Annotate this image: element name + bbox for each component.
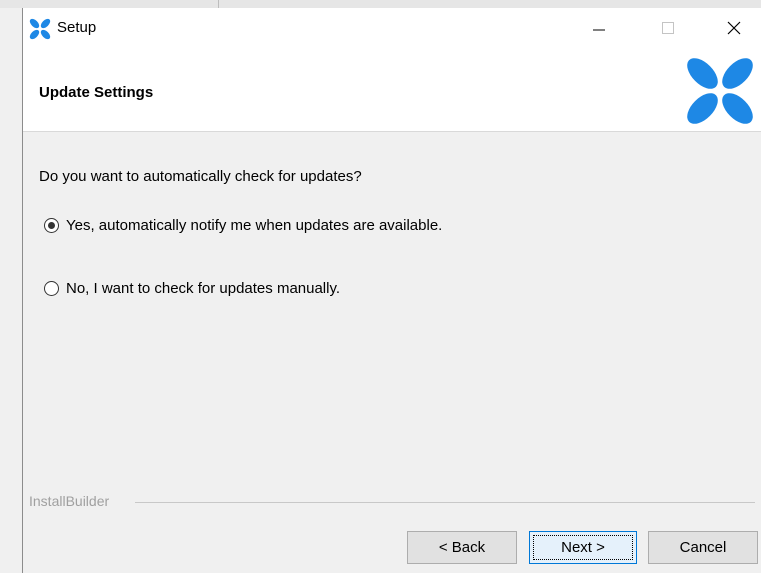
radio-button-unselected[interactable] bbox=[44, 281, 59, 296]
focus-ring bbox=[533, 535, 633, 560]
close-icon bbox=[726, 20, 742, 36]
footer-divider bbox=[135, 502, 755, 503]
update-question: Do you want to automatically check for u… bbox=[39, 168, 362, 185]
setup-window: Setup Update Settings Do you want to aut… bbox=[22, 8, 761, 573]
next-button[interactable]: Next > bbox=[529, 531, 637, 564]
background-divider bbox=[218, 0, 219, 8]
page-header: Update Settings bbox=[23, 48, 761, 132]
radio-label-manual[interactable]: No, I want to check for updates manually… bbox=[66, 280, 340, 297]
installer-brand-label: InstallBuilder bbox=[29, 493, 110, 509]
maximize-button[interactable] bbox=[645, 8, 691, 48]
blue-x-logo-icon bbox=[29, 18, 51, 40]
radio-label-auto-notify[interactable]: Yes, automatically notify me when update… bbox=[66, 217, 442, 234]
close-button[interactable] bbox=[711, 8, 757, 48]
title-bar[interactable]: Setup bbox=[23, 8, 761, 48]
maximize-icon bbox=[661, 21, 675, 35]
background-left-edge bbox=[0, 8, 22, 573]
cancel-button[interactable]: Cancel bbox=[648, 531, 758, 564]
screen: Setup Update Settings Do you want to aut… bbox=[0, 0, 761, 573]
page-title: Update Settings bbox=[39, 84, 154, 101]
minimize-icon bbox=[592, 21, 606, 35]
blue-x-logo-icon bbox=[685, 56, 755, 126]
radio-option-manual[interactable]: No, I want to check for updates manually… bbox=[44, 280, 340, 297]
minimize-button[interactable] bbox=[576, 8, 622, 48]
window-title: Setup bbox=[57, 19, 97, 36]
background-top-strip bbox=[0, 0, 761, 8]
back-button[interactable]: < Back bbox=[407, 531, 517, 564]
radio-button-selected[interactable] bbox=[44, 218, 59, 233]
radio-option-auto-notify[interactable]: Yes, automatically notify me when update… bbox=[44, 217, 442, 234]
